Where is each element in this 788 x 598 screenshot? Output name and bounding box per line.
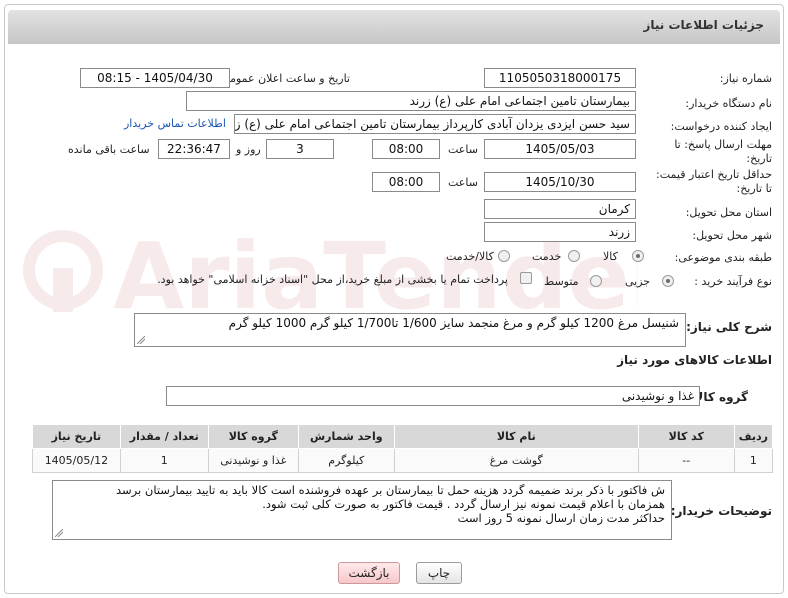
need-number-field: 1105050318000175 [484,68,636,88]
process-minor-radio[interactable] [662,275,674,287]
reply-deadline-label: مهلت ارسال پاسخ: تا تاریخ: [674,138,772,165]
category-goods-label: کالا [603,250,618,263]
reply-time-label: ساعت [448,143,478,156]
announce-label: تاریخ و ساعت اعلان عمومی: [217,72,350,85]
col-date: تاریخ نیاز [32,424,121,449]
buyer-org-field: بیمارستان تامین اجتماعی امام علی (ع) زرن… [186,91,636,111]
category-label: طبقه بندی موضوعی: [674,251,772,264]
cell-group: غذا و نوشیدنی [207,448,299,473]
cell-quantity: 1 [119,448,209,473]
process-medium-label: متوسط [544,275,579,288]
buyer-notes-label: توضیحات خریدار: [670,504,772,518]
price-validity-label: حداقل تاریخ اعتبار قیمت: تا تاریخ: [656,168,772,195]
treasury-payment-note: پرداخت تمام یا بخشی از مبلغ خرید،از محل … [157,273,508,286]
page-title: جزئیات اطلاعات نیاز [643,18,764,32]
col-name: نام کالا [393,424,639,449]
goods-group-field: غذا و نوشیدنی [166,386,700,406]
province-label: استان محل تحویل: [685,206,772,219]
cell-name: گوشت مرغ [393,448,639,473]
remaining-time-label: ساعت باقی مانده [68,143,150,156]
need-number-label: شماره نیاز: [719,72,772,85]
buyer-notes-line-3: حداکثر مدت زمان ارسال نمونه 5 روز است [457,511,665,525]
summary-textarea[interactable]: شنیسل مرغ 1200 کیلو گرم و مرغ منجمد سایز… [134,313,686,347]
cell-row: 1 [733,448,774,473]
page-header: جزئیات اطلاعات نیاز [8,10,780,44]
table-row: 1 -- گوشت مرغ کیلوگرم غذا و نوشیدنی 1 14… [32,448,774,473]
category-service-radio[interactable] [568,250,580,262]
buyer-org-label: نام دستگاه خریدار: [685,97,772,110]
process-minor-label: جزیی [625,275,651,288]
buyer-notes-line-2: همزمان با اعلام قیمت نمونه نیز ارسال گرد… [262,497,665,511]
province-field: کرمان [484,199,636,219]
resize-grip-icon[interactable] [137,336,145,344]
goods-table-header: ردیف کد کالا نام کالا واحد شمارش گروه کا… [32,424,774,449]
resize-grip-icon[interactable] [55,529,63,537]
process-label: نوع فرآیند خرید : [694,275,772,288]
price-time-field: 08:00 [372,172,440,192]
print-button[interactable]: چاپ [416,562,462,584]
cell-unit: کیلوگرم [297,448,395,473]
process-medium-radio[interactable] [590,275,602,287]
city-field: زرند [484,222,636,242]
col-unit: واحد شمارش [297,424,395,449]
category-both-label: کالا/خدمت [446,250,494,263]
back-button[interactable]: بازگشت [338,562,400,584]
cell-date: 1405/05/12 [32,448,121,473]
price-time-label: ساعت [448,176,478,189]
category-goods-radio[interactable] [632,250,644,262]
city-label: شهر محل تحویل: [692,229,772,242]
price-date-field: 1405/10/30 [484,172,636,192]
goods-info-title: اطلاعات کالاهای مورد نیاز [617,353,772,367]
days-label: روز و [236,143,261,156]
treasury-payment-checkbox[interactable] [520,272,532,284]
col-group: گروه کالا [207,424,299,449]
days-field: 3 [266,139,334,159]
summary-label: شرح کلی نیاز: [686,320,772,334]
goods-table: ردیف کد کالا نام کالا واحد شمارش گروه کا… [32,424,774,473]
announce-date-field: 1405/04/30 - 08:15 [80,68,230,88]
remaining-time-field: 22:36:47 [158,139,230,159]
category-service-label: خدمت [532,250,562,263]
creator-field: سید حسن ایزدی یزدان آبادی کارپرداز بیمار… [234,114,636,134]
category-both-radio[interactable] [498,250,510,262]
col-code: کد کالا [637,424,735,449]
contact-buyer-link[interactable]: اطلاعات تماس خریدار [124,117,226,130]
reply-date-field: 1405/05/03 [484,139,636,159]
summary-text: شنیسل مرغ 1200 کیلو گرم و مرغ منجمد سایز… [228,316,679,330]
buyer-notes-line-1: ش فاکتور با ذکر برند ضمیمه گردد هزینه حم… [116,483,665,497]
col-quantity: تعداد / مقدار [119,424,209,449]
buyer-notes-textarea[interactable]: ش فاکتور با ذکر برند ضمیمه گردد هزینه حم… [52,480,672,540]
col-row: ردیف [733,424,774,449]
cell-code: -- [637,448,735,473]
reply-time-field: 08:00 [372,139,440,159]
creator-label: ایجاد کننده درخواست: [670,120,772,133]
